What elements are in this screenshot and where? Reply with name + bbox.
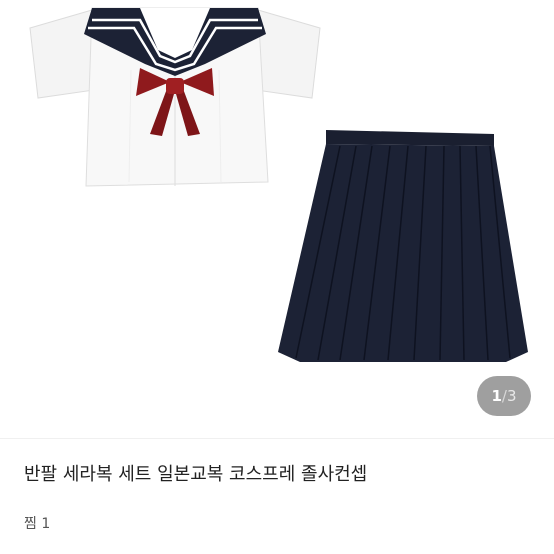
likes-count: 1: [41, 516, 51, 532]
sailor-shirt: [29, 7, 321, 187]
current-image-index: 1: [491, 387, 502, 405]
section-divider: [0, 438, 554, 439]
likes-info: 찜 1: [24, 514, 50, 534]
pleated-skirt: [278, 130, 528, 362]
product-photo: [29, 7, 528, 362]
image-counter: 1/3: [477, 376, 531, 416]
product-title: 반팔 세라복 세트 일본교복 코스프레 졸사컨셉: [24, 464, 368, 485]
total-image-count: 3: [506, 387, 517, 405]
product-image-gallery[interactable]: 1/3: [0, 0, 554, 438]
likes-label: 찜: [24, 516, 37, 532]
